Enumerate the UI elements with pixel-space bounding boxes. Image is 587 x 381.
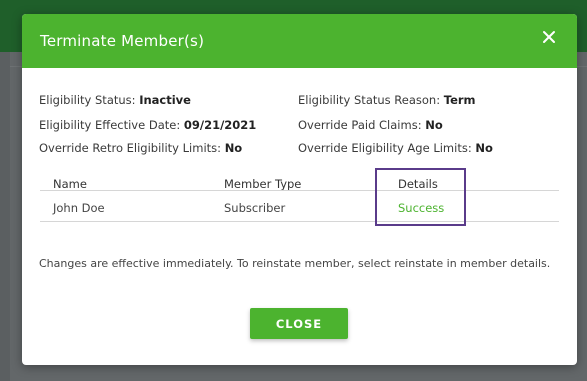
eligibility-effective-date: Eligibility Effective Date: 09/21/2021 [39,118,256,132]
eligibility-status-reason: Eligibility Status Reason: Term [298,93,476,107]
column-header-member-type: Member Type [224,177,302,191]
override-paid-claims-label: Override Paid Claims: [298,118,422,132]
close-button[interactable]: CLOSE [250,308,348,339]
modal-header: Terminate Member(s) [22,14,577,68]
override-paid-claims: Override Paid Claims: No [298,118,443,132]
effective-date-value: 09/21/2021 [183,118,257,132]
eligibility-status-value: Inactive [139,93,191,107]
override-age-limits: Override Eligibility Age Limits: No [298,141,493,155]
override-paid-claims-value: No [425,118,443,132]
cell-name: John Doe [53,201,105,215]
table-header-divider [40,190,559,191]
override-age-value: No [475,141,493,155]
cell-member-type: Subscriber [224,201,286,215]
override-age-label: Override Eligibility Age Limits: [298,141,472,155]
eligibility-status-reason-label: Eligibility Status Reason: [298,93,441,107]
eligibility-status-reason-value: Term [443,93,476,107]
info-note: Changes are effective immediately. To re… [39,257,551,270]
eligibility-status-label: Eligibility Status: [39,93,136,107]
eligibility-status: Eligibility Status: Inactive [39,93,191,107]
column-header-name: Name [53,177,87,191]
table-row-divider [40,221,559,222]
override-retro-label: Override Retro Eligibility Limits: [39,141,222,155]
close-icon[interactable] [541,29,557,45]
effective-date-label: Eligibility Effective Date: [39,118,181,132]
override-retro-limits: Override Retro Eligibility Limits: No [39,141,242,155]
details-highlight-box [375,168,466,226]
override-retro-value: No [224,141,243,155]
modal-title: Terminate Member(s) [40,32,205,50]
terminate-member-modal: Terminate Member(s) Eligibility Status: … [22,14,577,365]
